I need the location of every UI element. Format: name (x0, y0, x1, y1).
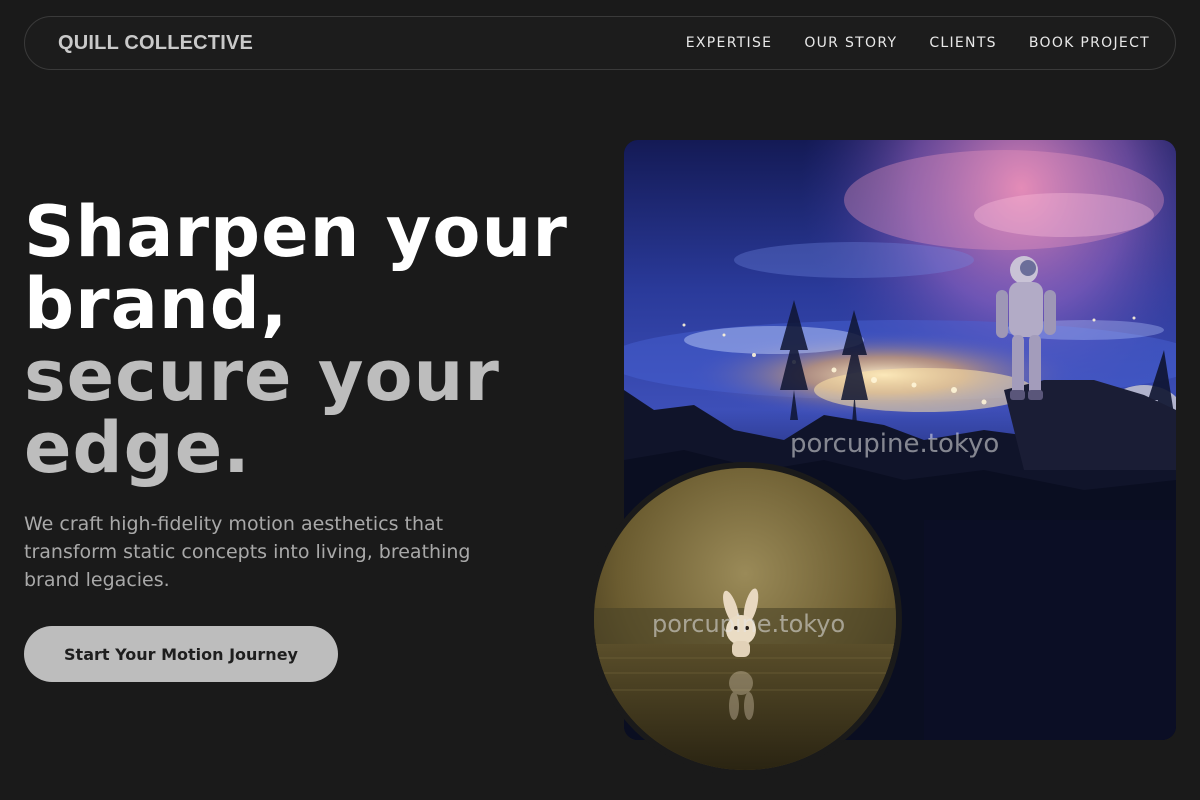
brand-logo-text[interactable]: QUILL COLLECTIVE (58, 32, 253, 55)
bunny-toy-image: porcupine.tokyo (588, 462, 902, 776)
start-motion-journey-button[interactable]: Start Your Motion Journey (24, 626, 338, 682)
hero-headline-line-1: Sharpen your (24, 191, 568, 273)
nav-links: EXPERTISE OUR STORY CLIENTS BOOK PROJECT (686, 35, 1150, 51)
top-navigation: QUILL COLLECTIVE EXPERTISE OUR STORY CLI… (24, 16, 1176, 70)
hero-subtitle: We craft high-fidelity motion aesthetics… (24, 513, 471, 591)
hero-headline-line-2: brand, (24, 263, 289, 345)
hero-headline-line-4: edge. (24, 407, 251, 489)
circle-image-watermark: porcupine.tokyo (652, 610, 845, 638)
page: QUILL COLLECTIVE EXPERTISE OUR STORY CLI… (0, 0, 1200, 800)
hero-headline: Sharpen your brand, secure your edge. (24, 196, 604, 484)
nav-link-clients[interactable]: CLIENTS (929, 35, 997, 51)
bunny-scene-illustration: porcupine.tokyo (594, 468, 896, 770)
main-image-watermark: porcupine.tokyo (790, 429, 999, 459)
nav-link-book-project[interactable]: BOOK PROJECT (1029, 35, 1150, 51)
nav-link-expertise[interactable]: EXPERTISE (686, 35, 773, 51)
hero-headline-line-3: secure your (24, 335, 500, 417)
nav-link-our-story[interactable]: OUR STORY (804, 35, 897, 51)
